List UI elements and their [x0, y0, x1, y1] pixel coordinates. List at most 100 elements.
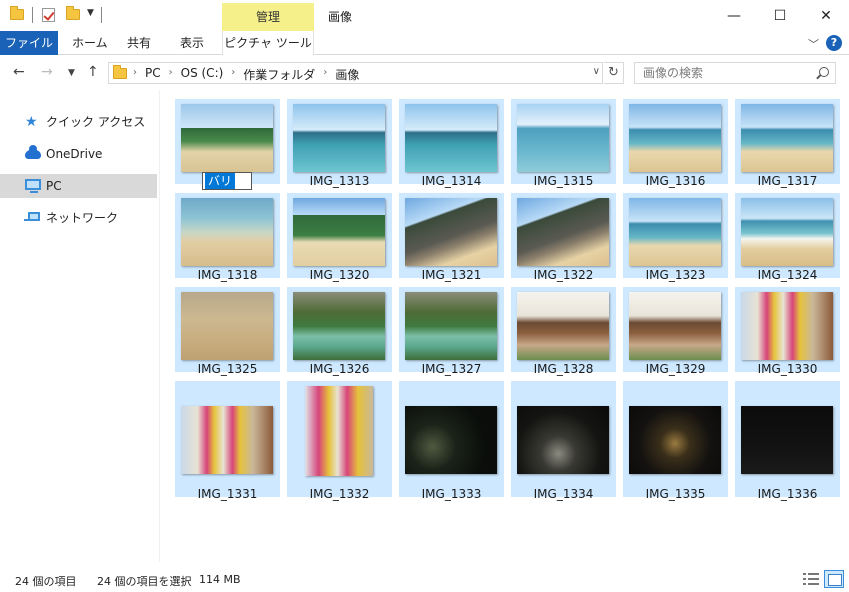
image-thumbnail[interactable]	[741, 406, 833, 474]
search-icon[interactable]	[819, 67, 829, 77]
file-tile[interactable]: IMG_1325	[175, 287, 280, 376]
image-thumbnail[interactable]	[517, 292, 609, 360]
file-name: IMG_1329	[645, 362, 706, 376]
breadcrumb-images[interactable]: 画像	[335, 66, 359, 83]
image-thumbnail[interactable]	[181, 406, 273, 474]
folder-icon	[113, 65, 127, 79]
recent-locations-icon[interactable]: ▼	[68, 68, 75, 78]
tab-file[interactable]: ファイル	[0, 31, 58, 55]
rename-input[interactable]: バリ	[202, 172, 252, 190]
up-arrow-icon[interactable]: ↑	[87, 64, 99, 80]
file-tile[interactable]: IMG_1322	[511, 193, 616, 282]
image-thumbnail[interactable]	[741, 198, 833, 266]
file-tile[interactable]: IMG_1334	[511, 381, 616, 501]
file-tile[interactable]: IMG_1316	[623, 99, 728, 188]
file-tile[interactable]: IMG_1332	[287, 381, 392, 501]
file-tile[interactable]: IMG_1324	[735, 193, 840, 282]
image-thumbnail[interactable]	[517, 406, 609, 474]
details-view-icon[interactable]	[803, 572, 819, 586]
image-thumbnail[interactable]	[293, 292, 385, 360]
image-thumbnail[interactable]	[629, 406, 721, 474]
file-name: IMG_1326	[309, 362, 370, 376]
manage-context-tab[interactable]: 管理	[222, 3, 314, 31]
customize-toolbar-icon[interactable]: ▼	[87, 8, 94, 18]
image-thumbnail[interactable]	[293, 104, 385, 172]
forward-arrow-icon[interactable]: →	[41, 64, 53, 80]
image-thumbnail[interactable]	[405, 104, 497, 172]
file-tile[interactable]: IMG_1321	[399, 193, 504, 282]
file-tile[interactable]: IMG_1315	[511, 99, 616, 188]
file-tile[interactable]: IMG_1328	[511, 287, 616, 376]
tab-view[interactable]: 表示	[170, 31, 214, 55]
image-thumbnail[interactable]	[629, 104, 721, 172]
tab-picture-tools[interactable]: ピクチャ ツール	[222, 31, 314, 55]
nav-item-label: クイック アクセス	[46, 115, 146, 129]
address-bar[interactable]: › PC › OS (C:) › 作業フォルダ › 画像 ∨	[108, 62, 603, 84]
image-thumbnail[interactable]	[181, 198, 273, 266]
close-button[interactable]: ✕	[803, 0, 849, 31]
expand-ribbon-icon[interactable]: ﹀	[808, 36, 819, 52]
tab-share[interactable]: 共有	[117, 31, 161, 55]
file-tile[interactable]: IMG_1326	[287, 287, 392, 376]
file-tile[interactable]: IMG_1317	[735, 99, 840, 188]
minimize-button[interactable]: —	[711, 0, 757, 31]
large-icons-view-icon[interactable]	[824, 570, 844, 588]
maximize-button[interactable]: ☐	[757, 0, 803, 31]
image-thumbnail[interactable]	[629, 198, 721, 266]
nav-item-network[interactable]: ネットワーク	[0, 206, 157, 230]
chevron-right-icon: ›	[231, 67, 236, 78]
image-thumbnail[interactable]	[181, 292, 273, 360]
file-tile[interactable]: IMG_1335	[623, 381, 728, 501]
breadcrumb-pc[interactable]: PC	[145, 66, 161, 83]
file-name: IMG_1317	[757, 174, 818, 188]
file-tile[interactable]: IMG_1314	[399, 99, 504, 188]
refresh-icon[interactable]: ↻	[604, 62, 624, 84]
file-name: IMG_1315	[533, 174, 594, 188]
image-thumbnail[interactable]	[741, 104, 833, 172]
file-name: IMG_1336	[757, 487, 818, 501]
image-thumbnail[interactable]	[305, 386, 373, 476]
file-view[interactable]: バリ IMG_1313 IMG_1314 IMG_1315 IMG_1316 IMG_13…	[161, 90, 849, 562]
image-thumbnail[interactable]	[405, 406, 497, 474]
file-name: IMG_1325	[197, 362, 258, 376]
image-thumbnail[interactable]	[293, 198, 385, 266]
address-dropdown-icon[interactable]: ∨	[593, 66, 600, 77]
breadcrumb-drive[interactable]: OS (C:)	[181, 66, 224, 83]
file-tile[interactable]: IMG_1331	[175, 381, 280, 501]
rename-selected-text: バリ	[205, 173, 236, 189]
file-tile[interactable]: IMG_1333	[399, 381, 504, 501]
file-tile[interactable]: IMG_1323	[623, 193, 728, 282]
breadcrumb-work-folder[interactable]: 作業フォルダ	[243, 66, 315, 83]
back-arrow-icon[interactable]: ←	[13, 64, 25, 80]
file-name: IMG_1320	[309, 268, 370, 282]
file-tile[interactable]: IMG_1330	[735, 287, 840, 376]
tab-home[interactable]: ホーム	[62, 31, 118, 55]
image-thumbnail[interactable]	[741, 292, 833, 360]
search-box[interactable]	[634, 62, 836, 84]
image-thumbnail[interactable]	[405, 198, 497, 266]
file-name: IMG_1318	[197, 268, 258, 282]
search-input[interactable]	[643, 66, 813, 80]
help-icon[interactable]: ?	[826, 35, 842, 51]
nav-item-onedrive[interactable]: OneDrive	[0, 142, 157, 166]
nav-item-quick-access[interactable]: ★ クイック アクセス	[0, 110, 157, 134]
file-tile[interactable]: IMG_1320	[287, 193, 392, 282]
ribbon-tabs: ファイル ホーム 共有 表示 ピクチャ ツール ﹀ ?	[0, 31, 849, 55]
file-name: IMG_1334	[533, 487, 594, 501]
file-tile[interactable]: IMG_1327	[399, 287, 504, 376]
file-name: IMG_1328	[533, 362, 594, 376]
file-tile[interactable]: バリ	[175, 99, 280, 190]
file-tile[interactable]: IMG_1329	[623, 287, 728, 376]
image-thumbnail[interactable]	[517, 198, 609, 266]
image-thumbnail[interactable]	[181, 104, 273, 172]
file-name: IMG_1333	[421, 487, 482, 501]
nav-item-pc[interactable]: PC	[0, 174, 157, 198]
file-tile[interactable]: IMG_1336	[735, 381, 840, 501]
image-thumbnail[interactable]	[629, 292, 721, 360]
star-icon: ★	[25, 114, 38, 130]
file-name: IMG_1322	[533, 268, 594, 282]
image-thumbnail[interactable]	[517, 104, 609, 172]
file-tile[interactable]: IMG_1318	[175, 193, 280, 282]
image-thumbnail[interactable]	[405, 292, 497, 360]
file-tile[interactable]: IMG_1313	[287, 99, 392, 188]
